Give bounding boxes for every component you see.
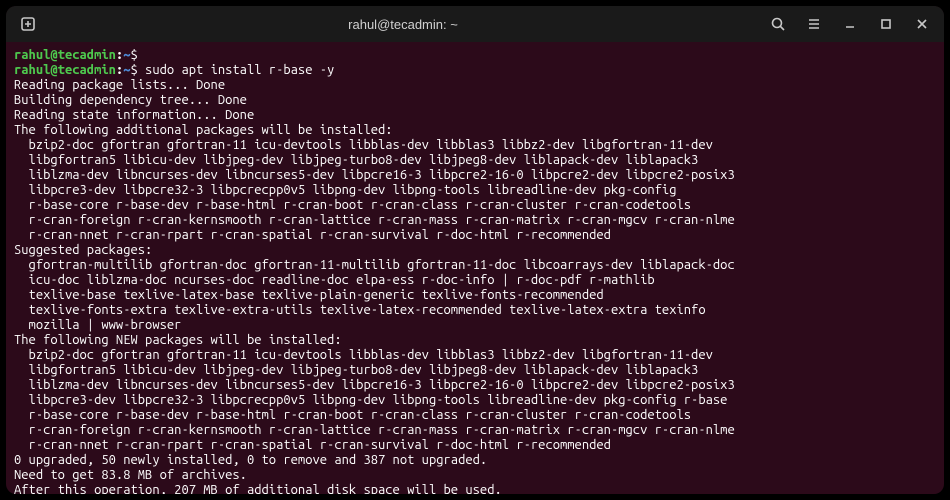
maximize-icon — [878, 16, 894, 32]
output-line: liblzma-dev libncurses-dev libncurses5-d… — [14, 168, 936, 183]
output-line: Suggested packages: — [14, 243, 936, 258]
output-text: r-base-core r-base-dev r-base-html r-cra… — [14, 408, 691, 422]
prompt-line: rahul@tecadmin:~$ — [14, 48, 936, 63]
output-text: After this operation, 207 MB of addition… — [14, 483, 502, 494]
minimize-button[interactable] — [834, 10, 866, 38]
output-line: After this operation, 207 MB of addition… — [14, 483, 936, 494]
output-line: liblzma-dev libncurses-dev libncurses5-d… — [14, 378, 936, 393]
plus-box-icon — [20, 16, 36, 32]
close-button[interactable] — [906, 10, 938, 38]
output-text: Suggested packages: — [14, 243, 152, 257]
output-text: Building dependency tree... Done — [14, 93, 247, 107]
output-text: r-cran-nnet r-cran-rpart r-cran-spatial … — [14, 438, 611, 452]
output-line: Reading package lists... Done — [14, 78, 936, 93]
prompt-user: rahul@tecadmin — [14, 63, 116, 77]
output-text: The following NEW packages will be insta… — [14, 333, 342, 347]
output-text: texlive-base texlive-latex-base texlive-… — [14, 288, 604, 302]
maximize-button[interactable] — [870, 10, 902, 38]
output-line: bzip2-doc gfortran gfortran-11 icu-devto… — [14, 138, 936, 153]
output-line: icu-doc liblzma-doc ncurses-doc readline… — [14, 273, 936, 288]
search-button[interactable] — [762, 10, 794, 38]
menu-button[interactable] — [798, 10, 830, 38]
terminal-window: rahul@tecadmin: ~ rahul@tecadmin:~$ rahu… — [6, 6, 944, 494]
output-line: Reading state information... Done — [14, 108, 936, 123]
output-text: gfortran-multilib gfortran-doc gfortran-… — [14, 258, 735, 272]
output-line: Building dependency tree... Done — [14, 93, 936, 108]
command-text: sudo apt install r-base -y — [145, 63, 334, 77]
new-tab-button[interactable] — [12, 10, 44, 38]
prompt-dollar: $ — [130, 48, 145, 62]
output-text: The following additional packages will b… — [14, 123, 393, 137]
output-line: r-cran-foreign r-cran-kernsmooth r-cran-… — [14, 423, 936, 438]
output-text: libpcre3-dev libpcre32-3 libpcrecpp0v5 l… — [14, 183, 676, 197]
output-line: texlive-base texlive-latex-base texlive-… — [14, 288, 936, 303]
output-line: Need to get 83.8 MB of archives. — [14, 468, 936, 483]
output-line: r-base-core r-base-dev r-base-html r-cra… — [14, 198, 936, 213]
output-line: libpcre3-dev libpcre32-3 libpcrecpp0v5 l… — [14, 183, 936, 198]
output-line: texlive-fonts-extra texlive-extra-utils … — [14, 303, 936, 318]
prompt-line: rahul@tecadmin:~$ sudo apt install r-bas… — [14, 63, 936, 78]
output-text: r-base-core r-base-dev r-base-html r-cra… — [14, 198, 691, 212]
output-line: r-cran-foreign r-cran-kernsmooth r-cran-… — [14, 213, 936, 228]
prompt-user: rahul@tecadmin — [14, 48, 116, 62]
output-text: icu-doc liblzma-doc ncurses-doc readline… — [14, 273, 655, 287]
titlebar: rahul@tecadmin: ~ — [6, 6, 944, 42]
output-line: mozilla | www-browser — [14, 318, 936, 333]
output-line: The following NEW packages will be insta… — [14, 333, 936, 348]
output-line: bzip2-doc gfortran gfortran-11 icu-devto… — [14, 348, 936, 363]
output-line: r-cran-nnet r-cran-rpart r-cran-spatial … — [14, 228, 936, 243]
output-text: libgfortran5 libicu-dev libjpeg-dev libj… — [14, 153, 698, 167]
output-text: libgfortran5 libicu-dev libjpeg-dev libj… — [14, 363, 698, 377]
search-icon — [770, 16, 786, 32]
output-text: mozilla | www-browser — [14, 318, 181, 332]
output-line: The following additional packages will b… — [14, 123, 936, 138]
output-line: libpcre3-dev libpcre32-3 libpcrecpp0v5 l… — [14, 393, 936, 408]
output-line: r-base-core r-base-dev r-base-html r-cra… — [14, 408, 936, 423]
output-text: r-cran-nnet r-cran-rpart r-cran-spatial … — [14, 228, 611, 242]
output-line: libgfortran5 libicu-dev libjpeg-dev libj… — [14, 153, 936, 168]
output-line: r-cran-nnet r-cran-rpart r-cran-spatial … — [14, 438, 936, 453]
output-line: gfortran-multilib gfortran-doc gfortran-… — [14, 258, 936, 273]
close-icon — [914, 16, 930, 32]
output-text: liblzma-dev libncurses-dev libncurses5-d… — [14, 378, 735, 392]
output-text: Need to get 83.8 MB of archives. — [14, 468, 247, 482]
output-text: 0 upgraded, 50 newly installed, 0 to rem… — [14, 453, 487, 467]
hamburger-icon — [806, 16, 822, 32]
output-text: r-cran-foreign r-cran-kernsmooth r-cran-… — [14, 213, 735, 227]
output-text: bzip2-doc gfortran gfortran-11 icu-devto… — [14, 348, 713, 362]
output-text: bzip2-doc gfortran gfortran-11 icu-devto… — [14, 138, 713, 152]
output-text: liblzma-dev libncurses-dev libncurses5-d… — [14, 168, 735, 182]
minimize-icon — [842, 16, 858, 32]
output-line: libgfortran5 libicu-dev libjpeg-dev libj… — [14, 363, 936, 378]
output-text: libpcre3-dev libpcre32-3 libpcrecpp0v5 l… — [14, 393, 727, 407]
prompt-dollar: $ — [130, 63, 145, 77]
output-text: Reading package lists... Done — [14, 78, 225, 92]
terminal-body[interactable]: rahul@tecadmin:~$ rahul@tecadmin:~$ sudo… — [6, 42, 944, 494]
output-text: Reading state information... Done — [14, 108, 254, 122]
output-line: 0 upgraded, 50 newly installed, 0 to rem… — [14, 453, 936, 468]
window-title: rahul@tecadmin: ~ — [44, 17, 762, 32]
output-text: texlive-fonts-extra texlive-extra-utils … — [14, 303, 706, 317]
output-text: r-cran-foreign r-cran-kernsmooth r-cran-… — [14, 423, 735, 437]
